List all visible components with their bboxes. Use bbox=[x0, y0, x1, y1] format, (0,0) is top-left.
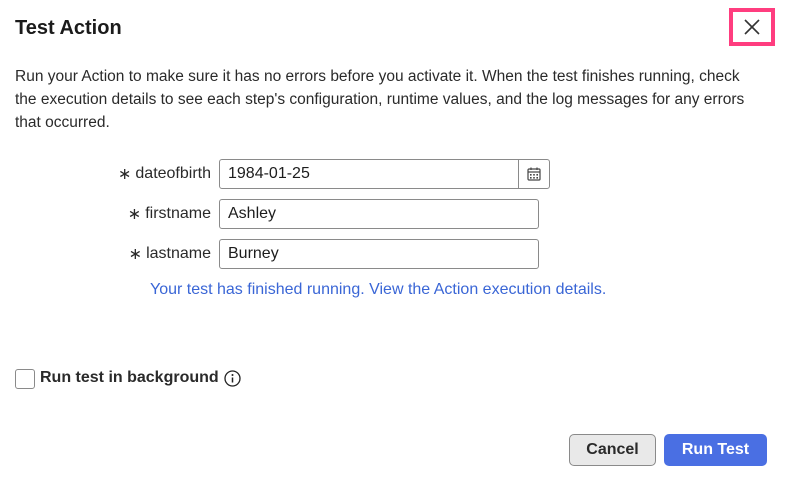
dateofbirth-label: dateofbirth bbox=[135, 165, 211, 182]
lastname-label-wrap: ∗ lastname bbox=[0, 238, 211, 270]
close-button[interactable] bbox=[729, 8, 775, 46]
date-picker-button[interactable] bbox=[518, 159, 550, 189]
run-test-button[interactable]: Run Test bbox=[664, 434, 767, 466]
firstname-label-wrap: ∗ firstname bbox=[0, 198, 211, 230]
firstname-label: firstname bbox=[145, 205, 211, 222]
dateofbirth-label-wrap: ∗ dateofbirth bbox=[0, 158, 211, 190]
run-in-background-label: Run test in background bbox=[40, 369, 219, 386]
test-action-dialog: Test Action Run your Action to make sure… bbox=[0, 0, 786, 480]
execution-details-link[interactable]: Your test has finished running. View the… bbox=[150, 281, 606, 299]
firstname-input[interactable] bbox=[219, 199, 539, 229]
calendar-icon bbox=[527, 167, 541, 181]
cancel-button[interactable]: Cancel bbox=[569, 434, 656, 466]
run-in-background-checkbox[interactable] bbox=[15, 369, 35, 389]
close-icon bbox=[744, 19, 760, 35]
dialog-title: Test Action bbox=[15, 17, 122, 39]
dateofbirth-input[interactable] bbox=[219, 159, 519, 189]
info-icon[interactable] bbox=[224, 370, 241, 387]
required-marker: ∗ bbox=[127, 206, 142, 223]
required-marker: ∗ bbox=[117, 166, 132, 183]
lastname-input[interactable] bbox=[219, 239, 539, 269]
dialog-description: Run your Action to make sure it has no e… bbox=[15, 68, 745, 131]
required-marker: ∗ bbox=[128, 246, 143, 263]
lastname-label: lastname bbox=[146, 245, 211, 262]
